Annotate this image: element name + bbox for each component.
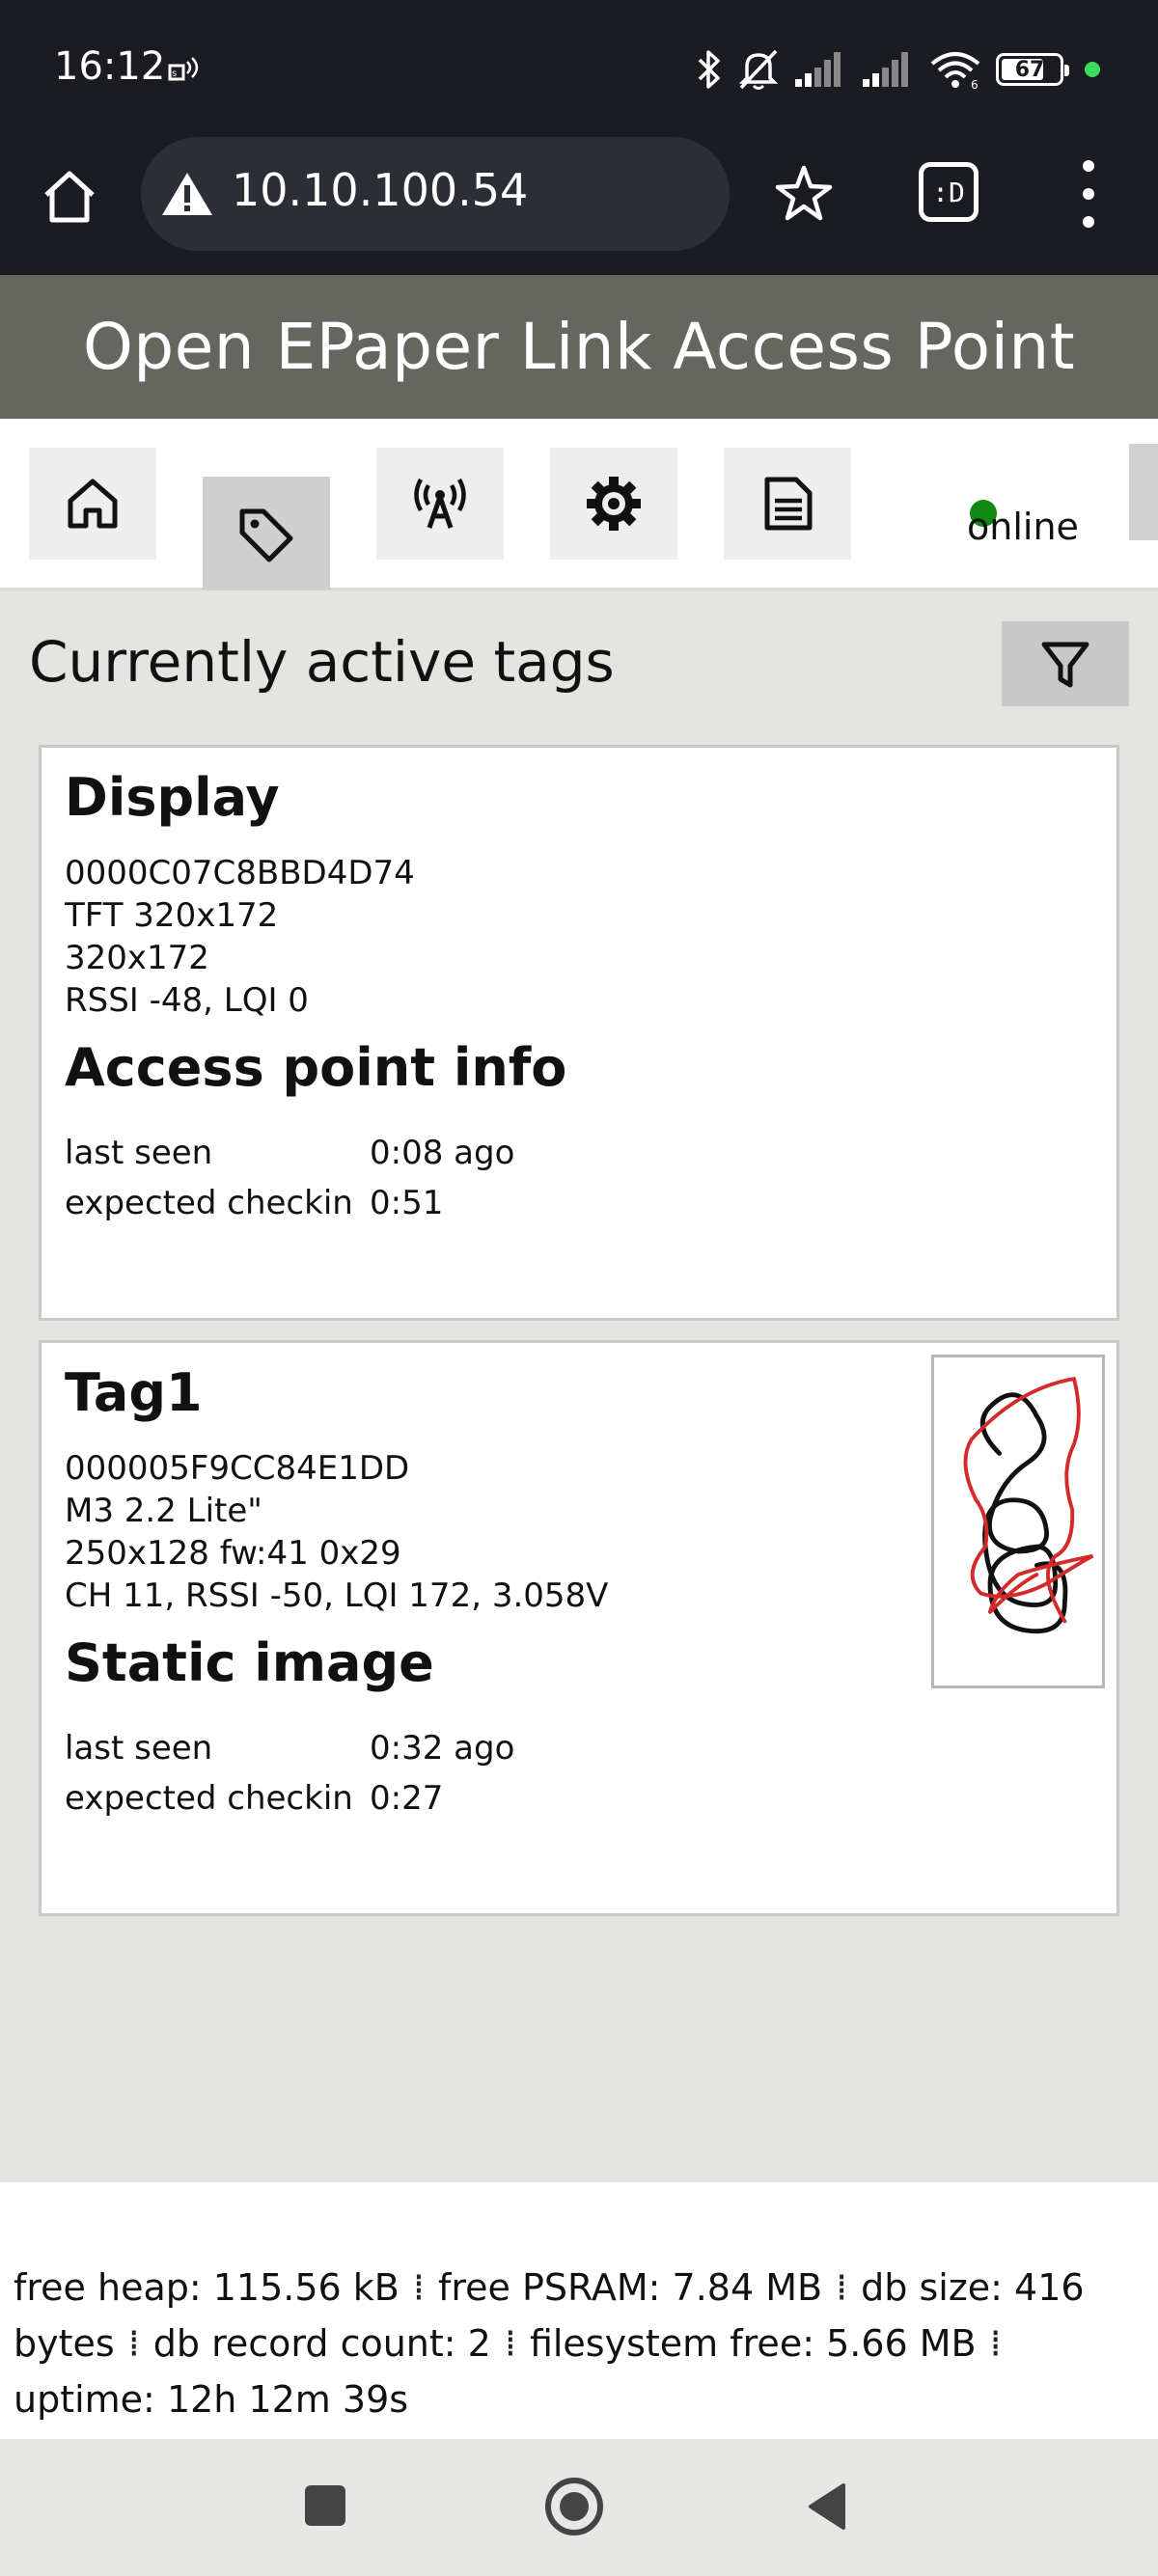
section-title: Currently active tags — [29, 629, 615, 695]
free-heap: free heap: 115.56 kB — [14, 2266, 400, 2309]
home-icon — [68, 479, 118, 529]
android-navigation-bar — [0, 2439, 1158, 2576]
nav-log[interactable] — [724, 448, 851, 560]
system-info-footer: free heap: 115.56 kB ⁞ free PSRAM: 7.84 MB… — [0, 2182, 1158, 2439]
sim-icon: s — [168, 57, 199, 81]
privacy-indicator-dot — [1085, 62, 1100, 77]
checkin-label: expected checkin — [65, 1184, 353, 1222]
system-info: free heap: 115.56 kB ⁞ free PSRAM: 7.84 MB… — [14, 2260, 1143, 2427]
tag-mac: 0000C07C8BBD4D74 — [65, 854, 415, 892]
browser-toolbar: 10.10.100.54 :D — [0, 137, 1158, 275]
separator: ⁞ — [127, 2322, 140, 2365]
antenna-icon — [414, 478, 466, 529]
connection-status-label: online — [967, 506, 1079, 548]
tabs-label: :D — [932, 176, 965, 208]
status-icons: 6 67 — [695, 41, 1100, 98]
tag-model: M3 2.2 Lite" — [65, 1492, 262, 1530]
bookmark-star-icon[interactable] — [772, 162, 836, 226]
more-menu-icon[interactable] — [1071, 160, 1106, 228]
tag-card[interactable]: Display 0000C07C8BBD4D74 TFT 320x172 320… — [39, 745, 1119, 1321]
signal-icon — [863, 52, 908, 87]
tag-name: Tag1 — [65, 1362, 203, 1423]
tag-signal: CH 11, RSSI -50, LQI 172, 3.058V — [65, 1576, 609, 1615]
gear-icon — [587, 477, 641, 531]
tag-name: Display — [65, 767, 280, 828]
tag-icon — [239, 508, 293, 562]
battery-level: 67 — [1014, 57, 1045, 82]
last-seen-value: 0:32 ago — [370, 1729, 515, 1768]
tabs-button[interactable]: :D — [919, 162, 979, 222]
svg-text:6: 6 — [971, 78, 979, 91]
nav-settings[interactable] — [550, 448, 677, 560]
url-text[interactable]: 10.10.100.54 — [232, 164, 528, 216]
separator: ⁞ — [989, 2322, 1002, 2365]
log-icon — [764, 477, 813, 531]
tag-resolution: 320x172 — [65, 939, 209, 977]
nav-home[interactable] — [29, 448, 156, 560]
separator: ⁞ — [412, 2266, 425, 2309]
signal-icon — [795, 52, 841, 87]
checkin-value: 0:27 — [370, 1779, 444, 1818]
tag-signal: RSSI -48, LQI 0 — [65, 981, 309, 1020]
battery-icon: 67 — [996, 53, 1069, 86]
tag-model: TFT 320x172 — [65, 896, 279, 935]
tag-details: 000005F9CC84E1DD M3 2.2 Lite" 250x128 fw… — [65, 1447, 608, 1617]
tag-resolution: 250x128 fw:41 0x29 — [65, 1534, 401, 1573]
tag-preview-image[interactable] — [931, 1355, 1105, 1688]
uptime: uptime: 12h 12m 39s — [14, 2378, 409, 2421]
filter-icon — [1041, 642, 1089, 688]
checkin-row: expected checkin 0:27 — [65, 1779, 443, 1818]
filter-button[interactable] — [1002, 621, 1129, 706]
db-record-count: db record count: 2 — [152, 2322, 491, 2365]
tag-mac: 000005F9CC84E1DD — [65, 1449, 410, 1488]
free-psram: free PSRAM: 7.84 MB — [437, 2266, 823, 2309]
checkin-label: expected checkin — [65, 1779, 353, 1818]
tag-content-type: Static image — [65, 1632, 434, 1693]
last-seen-value: 0:08 ago — [370, 1134, 515, 1172]
connection-status: online — [955, 457, 1081, 563]
address-bar[interactable]: 10.10.100.54 — [141, 137, 730, 251]
recents-button[interactable] — [305, 2485, 345, 2526]
home-button[interactable] — [545, 2478, 603, 2535]
status-time: 16:12 — [54, 44, 166, 89]
separator: ⁞ — [504, 2322, 516, 2365]
page-title: Open EPaper Link Access Point — [82, 310, 1076, 384]
browser-home-icon[interactable] — [39, 166, 100, 228]
tag-content-type: Access point info — [65, 1037, 567, 1098]
warning-icon[interactable] — [160, 170, 214, 218]
filesystem-free: filesystem free: 5.66 MB — [529, 2322, 977, 2365]
last-seen-label: last seen — [65, 1134, 213, 1172]
back-button[interactable] — [805, 2481, 847, 2532]
mute-icon — [738, 49, 779, 90]
last-seen-label: last seen — [65, 1729, 213, 1768]
wifi-icon: 6 — [930, 52, 980, 91]
main-nav: online — [0, 419, 1158, 590]
scribble-image — [963, 1377, 1094, 1634]
bluetooth-icon — [698, 50, 720, 89]
tag-details: 0000C07C8BBD4D74 TFT 320x172 320x172 RSS… — [65, 852, 415, 1022]
tag-card[interactable]: Tag1 000005F9CC84E1DD M3 2.2 Lite" 250x1… — [39, 1340, 1119, 1916]
page-header: Open EPaper Link Access Point — [0, 275, 1158, 419]
nav-overflow-item[interactable] — [1129, 444, 1158, 540]
svg-text:s: s — [172, 69, 177, 79]
nav-tags[interactable] — [203, 477, 330, 590]
checkin-row: expected checkin 0:51 — [65, 1184, 443, 1222]
last-seen-row: last seen 0:32 ago — [65, 1729, 514, 1768]
separator: ⁞ — [836, 2266, 848, 2309]
main-content: Currently active tags Display 0000C07C8B… — [0, 590, 1158, 2182]
last-seen-row: last seen 0:08 ago — [65, 1134, 514, 1172]
status-bar: 16:12 s 6 67 — [0, 0, 1158, 137]
nav-access-point[interactable] — [376, 448, 504, 560]
checkin-value: 0:51 — [370, 1184, 444, 1222]
